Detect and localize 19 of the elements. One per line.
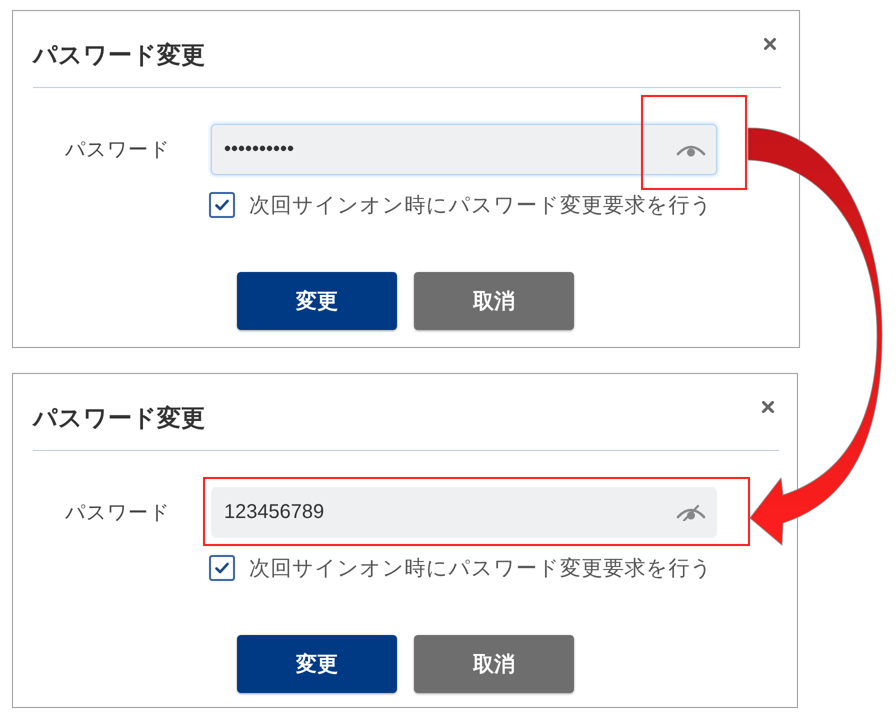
checkmark-icon — [215, 199, 229, 211]
close-icon[interactable] — [762, 401, 774, 413]
dialog-title: パスワード変更 — [33, 41, 205, 71]
cancel-button[interactable]: 取消 — [414, 272, 574, 330]
password-label: パスワード — [65, 501, 171, 526]
change-button[interactable]: 変更 — [237, 272, 397, 330]
checkbox-label: 次回サインオン時にパスワード変更要求を行う — [249, 556, 712, 582]
dialog-title: パスワード変更 — [33, 404, 205, 434]
crossed-eye-icon[interactable] — [676, 504, 706, 520]
close-icon[interactable] — [764, 38, 776, 50]
cancel-button[interactable]: 取消 — [414, 635, 574, 693]
checkbox[interactable] — [209, 192, 235, 218]
checkbox-label: 次回サインオン時にパスワード変更要求を行う — [249, 193, 712, 219]
password-field[interactable]: 123456789 — [211, 487, 717, 538]
password-field[interactable]: •••••••••• — [211, 124, 717, 175]
checkbox[interactable] — [209, 555, 235, 581]
change-button[interactable]: 変更 — [237, 635, 397, 693]
checkmark-icon — [215, 562, 229, 574]
password-label: パスワード — [65, 138, 171, 163]
